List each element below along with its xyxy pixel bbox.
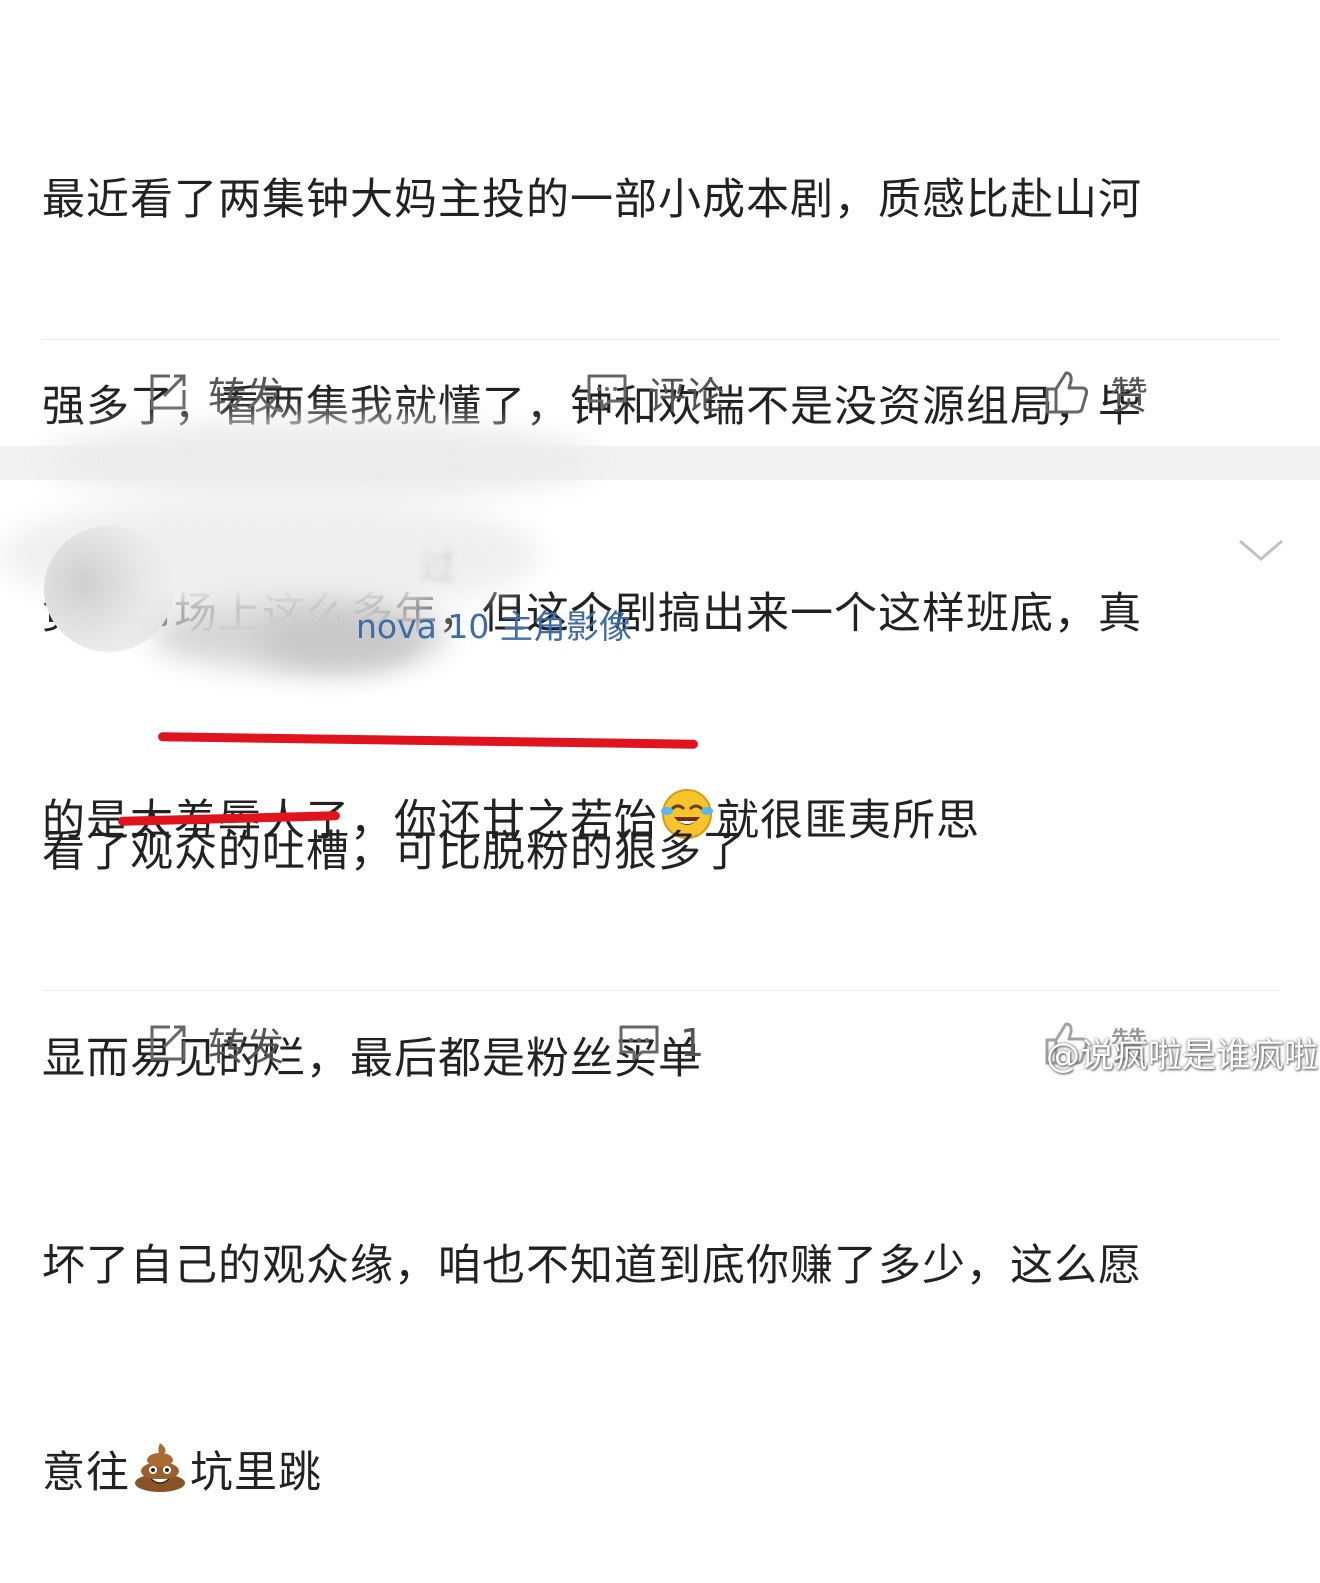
comment-button[interactable]: 1: [618, 1013, 704, 1073]
comment-divider: [42, 990, 1280, 991]
comment-icon: [587, 374, 627, 410]
thumbs-up-icon: [1045, 371, 1089, 414]
like-label: 赞: [1110, 373, 1149, 418]
repost-icon: [150, 1025, 186, 1061]
chevron-down-icon[interactable]: [1236, 535, 1286, 569]
comment-line: 意往 坑里跳: [42, 1439, 1282, 1514]
redaction-blur: [40, 420, 600, 500]
comment-line-text: 坑里跳: [190, 1448, 322, 1498]
watermark-text: @说疯啦是谁疯啦: [1046, 1036, 1318, 1076]
post-line: 最近看了两集钟大妈主投的一部小成本剧，质感比赴山河: [42, 175, 1142, 225]
weibo-logo-icon: [1001, 1038, 1039, 1068]
comment-label: 评论: [648, 373, 725, 418]
like-button[interactable]: 赞: [1044, 362, 1148, 422]
comment-icon: [619, 1025, 659, 1061]
repost-button[interactable]: 转发: [148, 362, 284, 422]
post-divider: [42, 339, 1280, 340]
comment-count: 1: [680, 1021, 705, 1065]
repost-icon: [150, 374, 186, 410]
repost-label: 转发: [208, 373, 285, 418]
comment-line: 坏了自己的观众缘，咱也不知道到底你赚了多少，这么愿: [42, 1241, 1142, 1291]
repost-label: 转发: [208, 1024, 285, 1069]
comment-line-text: 意往: [42, 1448, 130, 1498]
repost-button[interactable]: 转发: [148, 1013, 284, 1073]
comment-button[interactable]: 评论: [586, 362, 724, 422]
device-label: nova 10 主角影像: [356, 607, 632, 646]
comment-line: 看了观众的吐槽，可比脱粉的狠多了: [42, 827, 746, 877]
poop-emoji-icon: [132, 1441, 188, 1514]
username[interactable]: 过: [420, 538, 456, 590]
watermark: @说疯啦是谁疯啦: [1000, 1028, 1318, 1077]
